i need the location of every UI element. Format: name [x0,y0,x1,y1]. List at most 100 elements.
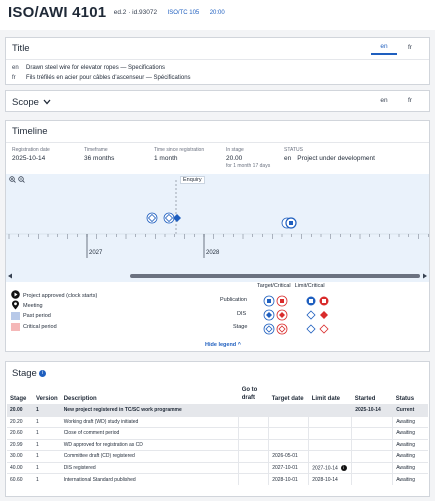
legend-col-headers: Target / Critical Limit / Critical [257,283,325,289]
limit-date-cell [308,438,352,451]
status-cell: Awaiting [392,415,428,428]
legend-stage-critical-icon [276,323,288,335]
title-text-fr: Fils tréfilés en acier pour câbles d'asc… [26,75,191,81]
table-row: 20.20 1 Working draft (WD) study initiated… [7,415,428,428]
go-to-draft-cell [238,461,269,474]
status-cell-text: Awaiting [396,453,415,460]
limit-date-cell [308,415,352,428]
description-cell-text: Close of comment period [63,430,120,437]
stage-panel: Stage i Stage Version Description Go to … [5,361,430,497]
legend-row-dis: DIS [237,311,247,317]
legend-meeting-label: Meeting [23,303,43,309]
stage-cell: 60.60 [7,473,33,485]
stat-status-row: en Project under development [284,155,375,162]
marker-publication [281,217,297,229]
stat-registration-label: Registration date [12,147,50,153]
description-cell-text: Committee draft (CD) registered [63,453,135,460]
scope-panel-header[interactable]: Scope en fr [6,91,429,113]
started-cell [351,450,393,462]
timeline-stats: Registration date 2025-10-14 Timeframe 3… [6,143,429,175]
timeline-panel-header: Timeline [6,121,429,143]
target-date-cell [268,415,309,428]
scroll-thumb [130,274,420,278]
target-date-cell: 2027-10-01 [268,461,309,474]
version-cell-text: 1 [36,441,39,448]
stage-code-link[interactable]: 20:00 [210,10,225,16]
version-cell: 1 [33,427,61,439]
legend-stage-limit-icon [306,324,316,334]
chevron-down-icon[interactable] [43,97,51,108]
info-icon[interactable]: i [38,369,46,377]
go-to-draft-cell [238,404,269,416]
hide-legend-link[interactable]: Hide legend ^ [205,342,241,348]
go-to-draft-cell [238,473,269,485]
stage-cell: 30.00 [7,450,33,462]
legend-approved-label: Project approved (clock starts) [23,292,98,299]
started-cell-text: 2025-10-14 [355,407,381,414]
col-stage: Stage [10,396,27,402]
started-cell [351,473,393,485]
started-cell [351,427,393,439]
title-row-en: en Drawn steel wire for elevator ropes —… [6,63,429,73]
timeline-chart[interactable]: Enquiry 2027 2028 [6,174,429,282]
started-cell [351,438,393,451]
limit-date-cell-text: 2028-10-14 [312,476,338,483]
col-started: Started [354,396,376,402]
legend-stage-target-icon [263,323,275,335]
stage-cell-text: 20.00 [10,407,23,414]
limit-info-icon[interactable]: i [340,464,347,471]
started-cell [351,415,393,428]
limit-date-cell [308,450,352,462]
description-cell-text: New project registered in TC/SC work pro… [63,407,182,414]
stage-panel-header: Stage i [6,362,429,384]
stage-cell-text: 20.60 [10,430,23,437]
status-cell-text: Awaiting [396,464,415,471]
legend-row-stage: Stage [233,324,248,330]
target-date-cell [268,427,309,439]
scroll-left-icon [8,273,12,279]
stat-in-stage-sub: for 1 month 17 days [226,163,271,169]
stat-status-lang: en [284,155,292,162]
scope-panel[interactable]: Scope en fr [5,90,430,112]
table-row: 60.60 1 International Standard published 20… [7,473,428,485]
target-date-cell-text: 2026-05-01 [272,453,298,460]
legend-stage-limit-critical-icon [319,324,329,334]
stage-table-header: Stage Version Description Go to draft Ta… [7,384,428,405]
past-period-swatch [11,312,20,320]
stat-time-since: Time since registration 1 month [154,147,226,175]
title-panel-header: Title en fr [6,38,429,60]
stage-cell: 20.99 [7,438,33,451]
status-cell-text: Current [396,407,415,414]
scroll-right-icon [423,273,427,279]
description-cell: WD approved for registration as CD [60,438,239,451]
version-cell-text: 1 [36,418,39,425]
committee-link[interactable]: ISO/TC 105 [168,10,200,16]
legend-past-label: Past period [23,313,51,319]
version-cell-text: 1 [36,430,39,437]
col-status: Status [395,396,415,402]
title-tab-en[interactable]: en [371,43,397,55]
title-lang-en: en [12,65,19,71]
critical-period-swatch [11,323,20,331]
stage-table-body: 20.00 1 New project registered in TC/SC wo… [7,404,428,485]
title-tab-fr[interactable]: fr [397,44,423,54]
edition-info: ed.2 · id.93072 [113,9,158,16]
stage-cell-text: 30.00 [10,453,23,460]
version-cell: 1 [33,415,61,428]
table-row: 20.60 1 Close of comment period Awaiting [7,427,428,439]
stat-status: STATUS en Project under development [284,147,375,175]
scope-tab-en[interactable]: en [371,97,397,107]
stage-cell-text: 20.99 [10,441,23,448]
description-cell: Working draft (WD) study initiated [60,415,239,428]
page-header: ISO/AWI 4101 ed.2 · id.93072 ISO/TC 105 … [0,0,435,30]
scope-tab-fr[interactable]: fr [397,97,423,107]
status-cell-text: Awaiting [396,441,415,448]
timeline-scrollbar[interactable] [6,272,429,280]
project-code: ISO/AWI 4101 [8,4,107,21]
stat-status-value: Project under development [297,155,375,162]
stage-cell: 40.00 [7,461,33,474]
marker-stage-target [146,212,158,224]
description-cell: International Standard published [60,473,239,485]
stat-time-since-label: Time since registration [154,147,205,153]
version-cell-text: 1 [36,464,39,471]
